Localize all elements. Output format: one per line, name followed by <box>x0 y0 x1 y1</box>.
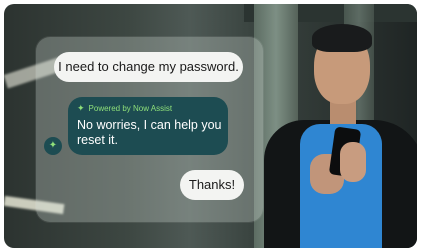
person-hair <box>312 24 372 52</box>
person-hand <box>340 142 366 182</box>
powered-by-label: ✦ Powered by Now Assist <box>77 103 172 114</box>
person-with-phone <box>254 24 417 248</box>
sparkle-icon: ✦ <box>77 103 85 113</box>
assistant-avatar: ✦ <box>44 137 62 155</box>
user-message-bubble: I need to change my password. <box>54 52 243 82</box>
user-reply-bubble: Thanks! <box>180 170 244 200</box>
assistant-message-text: No worries, I can help you reset it. <box>77 118 222 147</box>
assistant-message-bubble: ✦ Powered by Now Assist No worries, I ca… <box>68 97 228 155</box>
powered-by-text: Powered by Now Assist <box>88 104 173 113</box>
sparkle-icon: ✦ <box>48 140 58 151</box>
